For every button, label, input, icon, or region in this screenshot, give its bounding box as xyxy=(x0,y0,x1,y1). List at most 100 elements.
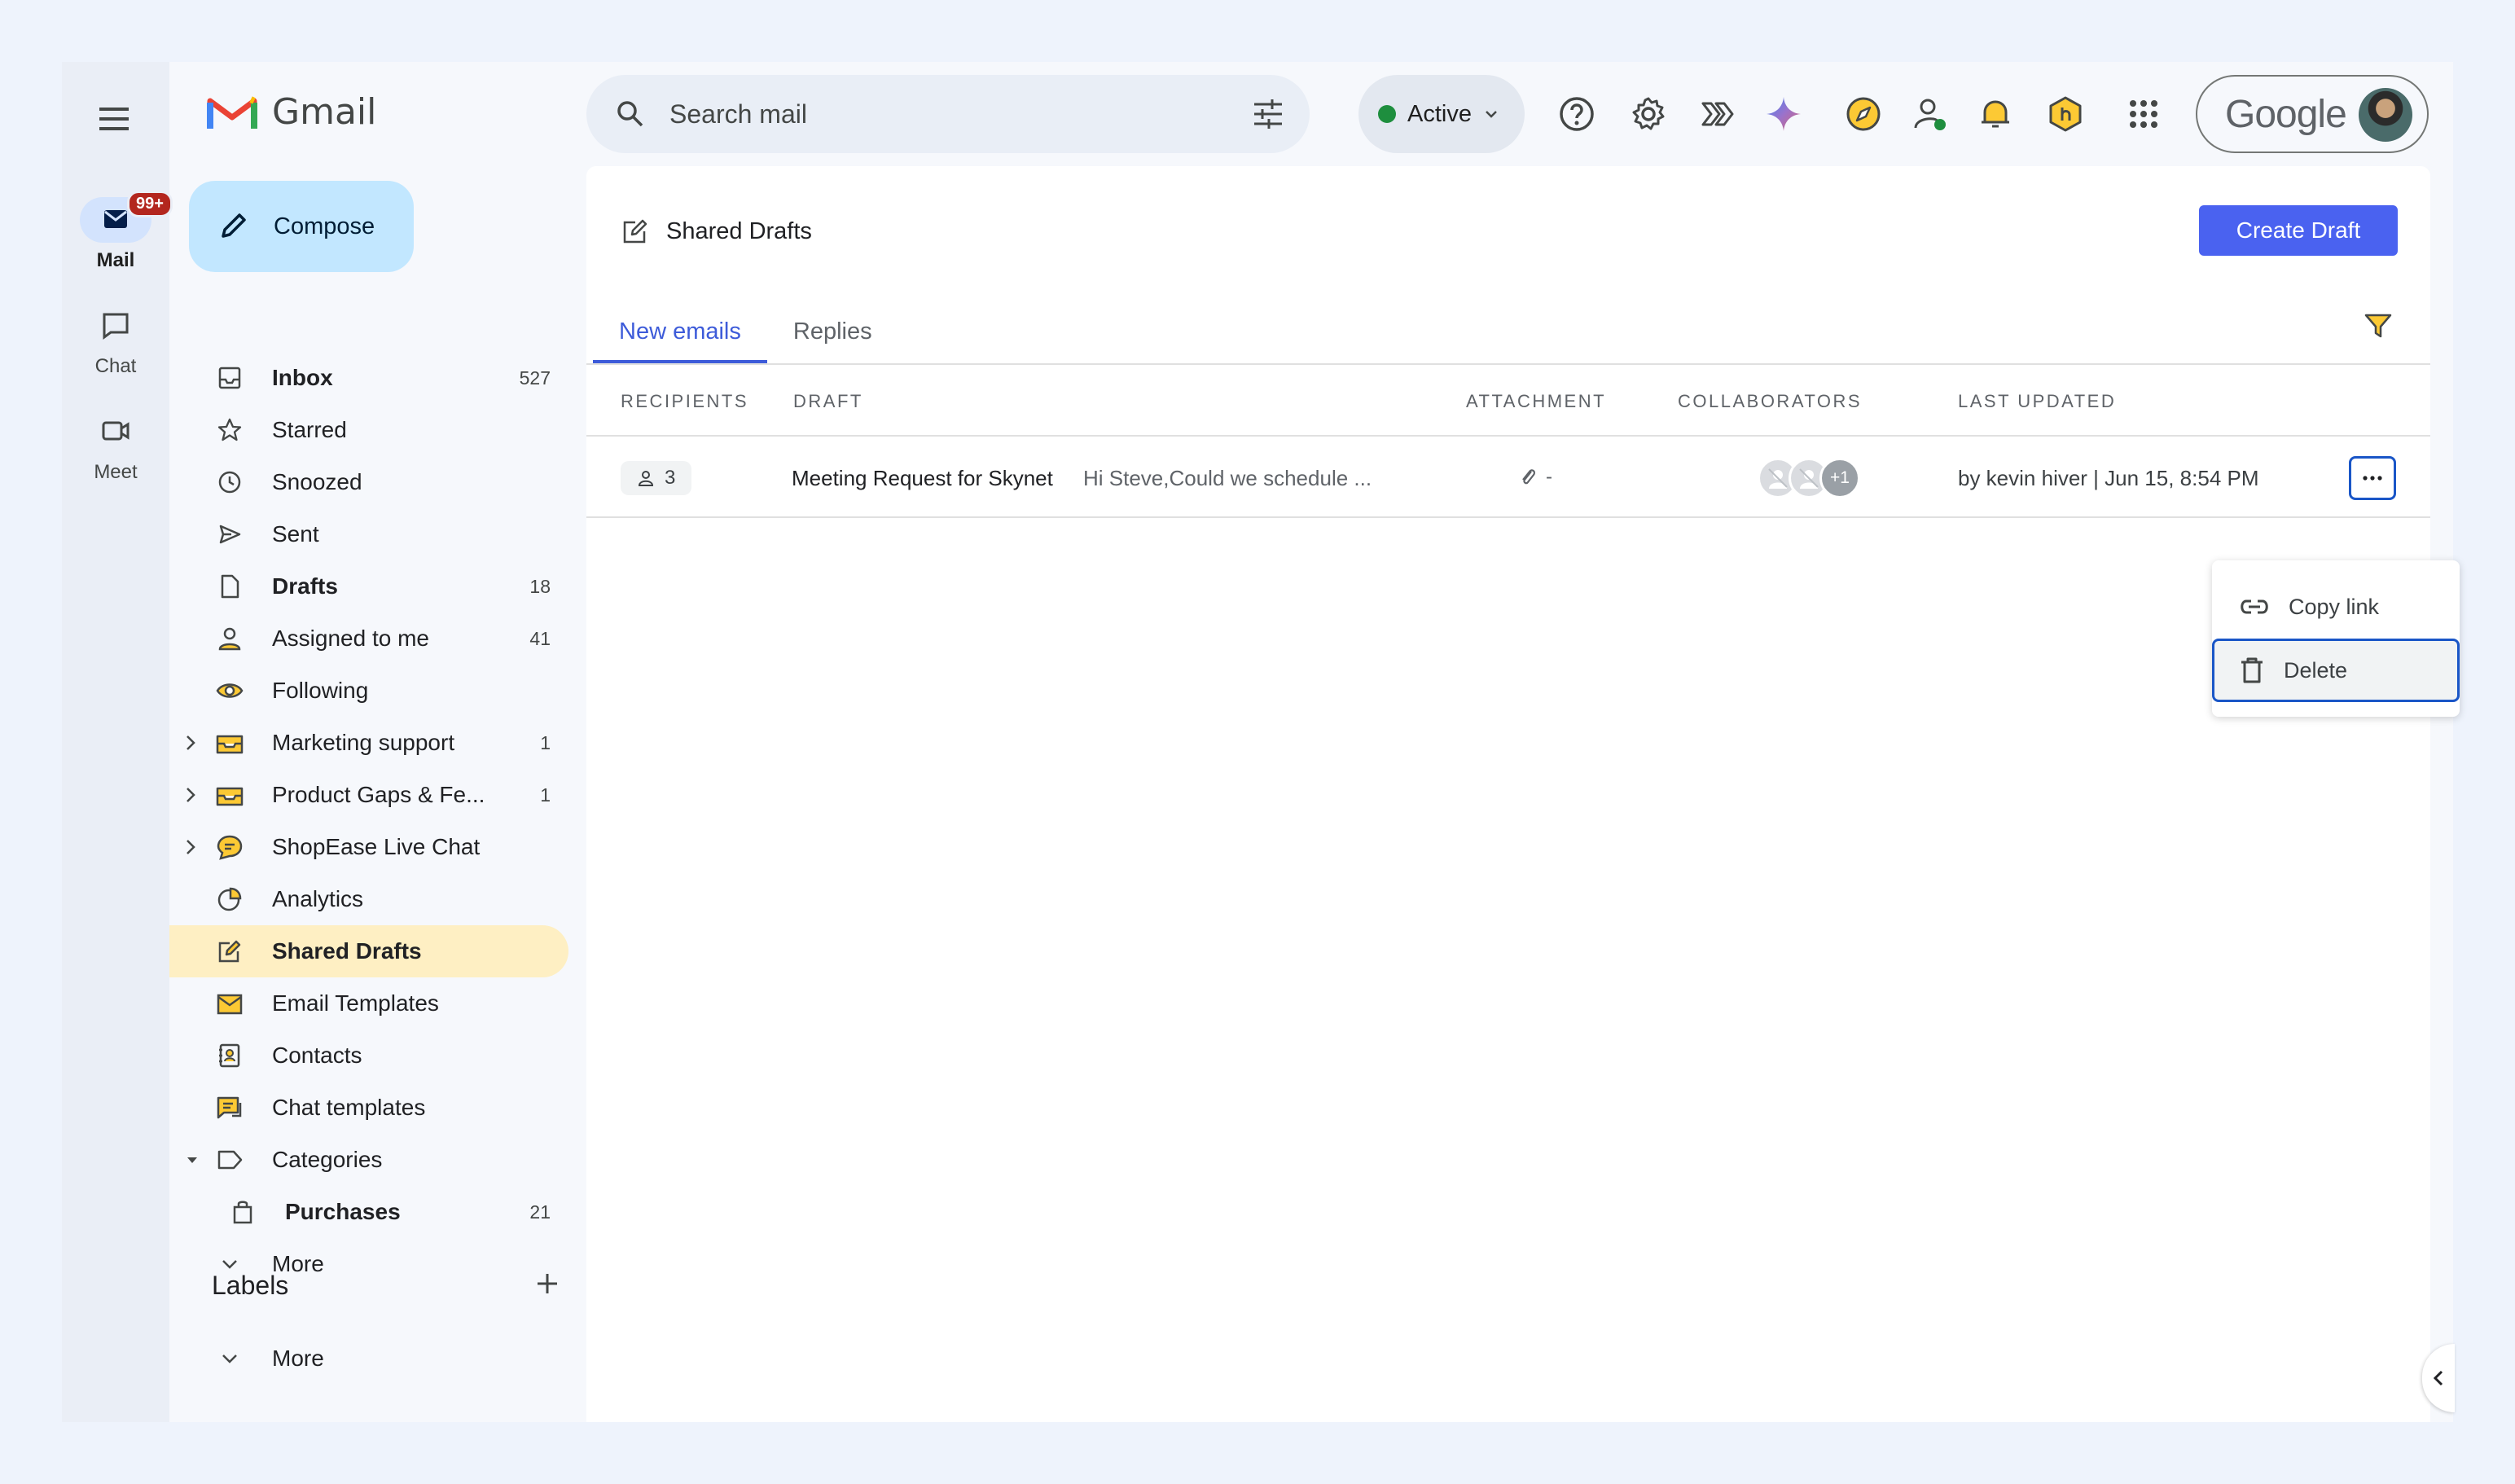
edit-note-icon xyxy=(218,940,241,963)
labels-more[interactable]: More xyxy=(169,1333,568,1385)
compass-icon xyxy=(1846,97,1881,131)
pencil-icon xyxy=(222,213,246,238)
chevron-down-icon xyxy=(222,1354,237,1363)
nav-label: Contacts xyxy=(272,1043,362,1068)
apps-button[interactable] xyxy=(2124,94,2163,134)
nav-count: 18 xyxy=(529,575,551,597)
nav-label: Product Gaps & Fe... xyxy=(272,782,485,807)
nav-item-contacts[interactable]: Contacts xyxy=(169,1030,568,1082)
nav-count: 41 xyxy=(529,627,551,649)
col-recipients: RECIPIENTS xyxy=(621,391,749,411)
app-window: 99+ Mail Chat Meet Gmail Compose Inbox 5… xyxy=(62,62,2460,1422)
star-icon xyxy=(217,418,242,441)
apps-grid-icon xyxy=(2130,100,2157,128)
nav-label: Following xyxy=(272,678,369,703)
nav-item-assigned[interactable]: Assigned to me 41 xyxy=(169,612,568,665)
nav-label: Marketing support xyxy=(272,730,455,755)
person-placeholder-icon xyxy=(1768,468,1788,489)
rail-chat[interactable]: Chat xyxy=(62,303,169,378)
table-row[interactable]: 3 Meeting Request for Skynet Hi Steve,Co… xyxy=(586,438,2430,518)
live-chat-icon xyxy=(217,835,243,860)
nav-item-chat-templates[interactable]: Chat templates xyxy=(169,1082,568,1134)
search-input[interactable]: Search mail xyxy=(669,99,1251,130)
add-label-button[interactable] xyxy=(528,1264,567,1303)
chat-template-icon xyxy=(217,1096,242,1119)
tab-new-emails[interactable]: New emails xyxy=(593,300,767,363)
nav-item-snoozed[interactable]: Snoozed xyxy=(169,456,568,508)
rail-chat-label: Chat xyxy=(94,355,137,377)
sidebar: Gmail Compose Inbox 527 Starred Snoozed xyxy=(169,62,586,1422)
last-updated: by kevin hiver | Jun 15, 8:54 PM xyxy=(1958,466,2259,490)
col-draft: DRAFT xyxy=(793,391,863,411)
settings-button[interactable] xyxy=(1629,94,1668,134)
shared-inbox-icon xyxy=(216,787,244,806)
nav-label: Drafts xyxy=(272,573,338,599)
plus-icon xyxy=(538,1274,557,1293)
nav-label: Assigned to me xyxy=(272,626,429,651)
app-rail: 99+ Mail Chat Meet xyxy=(62,62,173,1422)
nav-item-purchases[interactable]: Purchases 21 xyxy=(169,1186,568,1238)
compose-label: Compose xyxy=(274,213,375,239)
caret-down-icon xyxy=(187,1157,197,1163)
search-bar[interactable]: Search mail xyxy=(586,75,1310,153)
compose-button[interactable]: Compose xyxy=(189,181,414,272)
nav-item-starred[interactable]: Starred xyxy=(169,404,568,456)
menu-delete[interactable]: Delete xyxy=(2212,639,2460,702)
shopping-bag-icon xyxy=(233,1201,252,1224)
nav-label: Purchases xyxy=(285,1199,401,1224)
nav-item-categories[interactable]: Categories xyxy=(169,1134,568,1186)
extension-button[interactable] xyxy=(2046,94,2085,134)
rail-meet-label: Meet xyxy=(94,461,138,483)
template-mail-icon xyxy=(217,994,243,1015)
nav-label: Inbox xyxy=(272,365,333,390)
person-icon xyxy=(218,627,241,651)
filter-button[interactable] xyxy=(2362,310,2394,342)
table-header: RECIPIENTS DRAFT ATTACHMENT COLLABORATOR… xyxy=(586,365,2430,437)
create-draft-button[interactable]: Create Draft xyxy=(2199,205,2398,256)
nav-item-product-gaps[interactable]: Product Gaps & Fe... 1 xyxy=(169,769,568,821)
hexagon-badge-icon xyxy=(2049,96,2082,132)
gmail-m-icon xyxy=(207,95,257,129)
video-icon xyxy=(102,421,129,441)
labels-more-label: More xyxy=(272,1346,324,1371)
draft-snippet: Hi Steve,Could we schedule ... xyxy=(1083,466,1372,490)
nav-item-inbox[interactable]: Inbox 527 xyxy=(169,352,568,404)
nav-item-following[interactable]: Following xyxy=(169,665,568,717)
main-menu-button[interactable] xyxy=(88,101,140,137)
account-button[interactable]: Google xyxy=(2196,75,2429,153)
rail-mail[interactable]: 99+ Mail xyxy=(62,191,173,272)
edit-note-icon xyxy=(623,219,647,244)
nav-item-marketing-support[interactable]: Marketing support 1 xyxy=(169,717,568,769)
chevron-down-icon xyxy=(1486,111,1497,118)
link-icon xyxy=(2241,599,2268,614)
nav-item-sent[interactable]: Sent xyxy=(169,508,568,560)
clock-icon xyxy=(218,471,241,494)
recipients-chip[interactable]: 3 xyxy=(621,461,692,495)
gemini-button[interactable] xyxy=(1764,94,1803,134)
gmail-logo[interactable]: Gmail xyxy=(207,91,376,133)
row-more-button[interactable] xyxy=(2349,456,2396,500)
tab-replies[interactable]: Replies xyxy=(767,300,898,363)
more-horizontal-icon xyxy=(2363,476,2382,481)
labels-heading: Labels xyxy=(212,1271,289,1300)
nav-item-analytics[interactable]: Analytics xyxy=(169,873,568,925)
explore-button[interactable] xyxy=(1844,94,1883,134)
col-collaborators: COLLABORATORS xyxy=(1678,391,1863,411)
rail-meet[interactable]: Meet xyxy=(62,409,169,484)
support-button[interactable] xyxy=(1557,94,1596,134)
hiver-icon xyxy=(1701,102,1734,126)
nav-item-email-templates[interactable]: Email Templates xyxy=(169,977,568,1030)
nav-item-shared-drafts[interactable]: Shared Drafts xyxy=(169,925,568,977)
attachment-cell: - xyxy=(1518,466,1552,489)
notifications-button[interactable] xyxy=(1976,94,2015,134)
user-status-button[interactable] xyxy=(1911,94,1950,134)
help-icon xyxy=(1560,97,1594,131)
recipients-count: 3 xyxy=(665,467,676,489)
menu-copy-link[interactable]: Copy link xyxy=(2212,575,2460,639)
col-attachment: ATTACHMENT xyxy=(1466,391,1607,411)
person-placeholder-icon xyxy=(1799,468,1819,489)
nav-item-drafts[interactable]: Drafts 18 xyxy=(169,560,568,612)
nav-item-live-chat[interactable]: ShopEase Live Chat xyxy=(169,821,568,873)
hiver-logo-button[interactable] xyxy=(1697,94,1736,134)
status-dropdown[interactable]: Active xyxy=(1358,75,1525,153)
